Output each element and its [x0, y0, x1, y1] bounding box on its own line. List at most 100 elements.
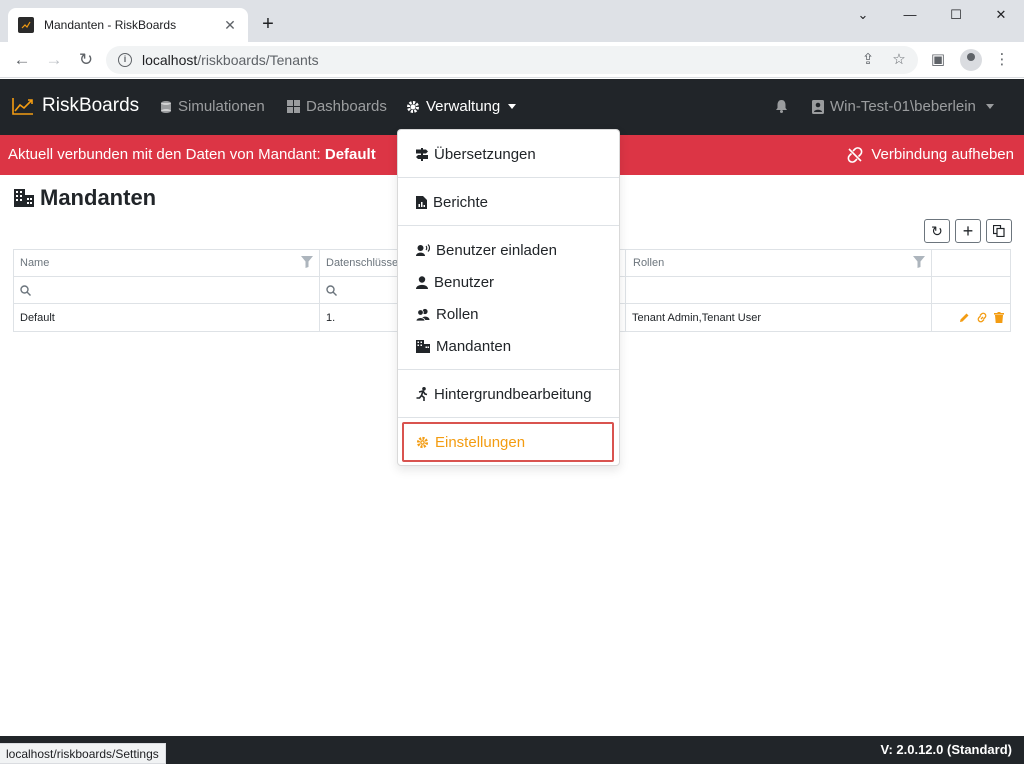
bookmark-star-icon[interactable]: ☆ — [888, 50, 910, 68]
column-header-roles[interactable]: Rollen — [626, 250, 932, 276]
menu-item-uebersetzungen[interactable]: Übersetzungen — [398, 139, 619, 169]
nav-verwaltung-label: Verwaltung — [426, 98, 501, 115]
user-icon — [416, 275, 428, 289]
filter-icon[interactable] — [913, 256, 925, 268]
favicon-icon — [18, 17, 34, 33]
share-icon[interactable]: ⇪ — [857, 50, 879, 68]
gear-icon — [407, 100, 419, 113]
reload-icon[interactable]: ↻ — [74, 48, 98, 72]
maximize-icon[interactable]: ☐ — [933, 0, 979, 30]
disconnect-button[interactable]: Verbindung aufheben — [847, 146, 1014, 163]
browser-tab[interactable]: Mandanten - RiskBoards ✕ — [8, 8, 248, 42]
address-bar[interactable]: i localhost /riskboards/Tenants — [106, 46, 918, 74]
filter-cell-actions — [932, 277, 1010, 303]
report-icon — [416, 195, 427, 209]
menu-item-label: Benutzer einladen — [436, 241, 557, 259]
database-icon — [161, 100, 171, 113]
gear-icon — [416, 436, 429, 448]
user-invite-icon — [416, 243, 430, 256]
menu-item-label: Benutzer — [434, 273, 495, 291]
refresh-button[interactable]: ↻ — [924, 219, 950, 243]
banner-text: Aktuell verbunden mit den Daten von Mand… — [8, 146, 325, 163]
browser-titlebar: Mandanten - RiskBoards ✕ + ⌄ — ☐ ✕ — [0, 0, 1024, 42]
verwaltung-dropdown: Übersetzungen Berichte Benutzer einladen… — [397, 129, 620, 466]
menu-item-benutzer-einladen[interactable]: Benutzer einladen — [398, 235, 619, 265]
banner-tenant: Default — [324, 146, 376, 163]
app-navbar: RiskBoards Simulationen Dashboards Verwa… — [0, 79, 1024, 135]
cell-name: Default — [14, 304, 320, 331]
menu-item-hintergrundbearbeitung[interactable]: Hintergrundbearbeitung — [398, 379, 619, 409]
menu-item-rollen[interactable]: Rollen — [398, 299, 619, 329]
tab-search-icon[interactable]: ⌄ — [840, 0, 886, 30]
menu-divider — [398, 225, 619, 226]
browser-status-url: localhost/riskboards/Settings — [0, 743, 166, 764]
user-menu[interactable]: Win-Test-01\beberlein — [812, 98, 994, 115]
chevron-down-icon — [508, 104, 517, 109]
filter-icon[interactable] — [301, 256, 313, 268]
close-window-icon[interactable]: ✕ — [978, 0, 1024, 30]
column-header-label: Rollen — [633, 257, 665, 269]
page-title: Mandanten — [14, 185, 156, 211]
tab-title: Mandanten - RiskBoards — [44, 18, 177, 32]
menu-item-label: Übersetzungen — [434, 145, 536, 163]
profile-avatar-icon[interactable] — [960, 49, 982, 71]
version-label: V: 2.0.12.0 (Standard) — [880, 742, 1013, 757]
menu-item-benutzer[interactable]: Benutzer — [398, 267, 619, 297]
nav-simulationen[interactable]: Simulationen — [160, 98, 265, 115]
column-header-label: Name — [20, 257, 50, 269]
filter-input-name[interactable] — [14, 277, 320, 303]
column-header-name[interactable]: Name — [14, 250, 320, 276]
column-header-actions — [932, 250, 1010, 276]
cell-roles: Tenant Admin,Tenant User — [626, 304, 932, 331]
filter-input-roles[interactable] — [626, 277, 932, 303]
forward-icon[interactable]: → — [42, 48, 66, 72]
back-icon[interactable]: ← — [10, 48, 34, 72]
browser-toolbar: ← → ↻ i localhost /riskboards/Tenants ⇪ … — [0, 42, 1024, 78]
unlink-icon — [847, 146, 863, 163]
grid-icon — [287, 100, 300, 113]
disconnect-label: Verbindung aufheben — [871, 146, 1014, 163]
column-header-label: Datenschlüsse — [326, 257, 399, 269]
site-info-icon[interactable]: i — [118, 53, 132, 67]
new-tab-icon[interactable]: + — [256, 12, 280, 36]
menu-kebab-icon[interactable]: ⋮ — [990, 48, 1014, 72]
trash-icon[interactable] — [994, 312, 1004, 323]
menu-item-label: Berichte — [433, 193, 489, 211]
building-icon — [14, 189, 34, 207]
search-icon — [20, 284, 31, 296]
running-icon — [416, 387, 428, 401]
banner-message: Aktuell verbunden mit den Daten von Mand… — [8, 146, 376, 163]
user-badge-icon — [812, 99, 824, 114]
brand[interactable]: RiskBoards — [12, 95, 139, 117]
menu-item-label: Rollen — [436, 305, 479, 323]
page-title-text: Mandanten — [40, 185, 157, 210]
sidepanel-icon[interactable]: ▣ — [926, 48, 950, 72]
link-icon[interactable] — [976, 312, 988, 323]
nav-dashboards[interactable]: Dashboards — [287, 98, 387, 115]
chart-line-icon — [12, 98, 33, 115]
nav-verwaltung[interactable]: Verwaltung — [406, 98, 517, 115]
bell-icon[interactable] — [775, 99, 788, 118]
minimize-icon[interactable]: — — [887, 0, 933, 30]
copy-icon — [993, 225, 1005, 237]
users-icon — [416, 308, 430, 321]
add-button[interactable]: + — [955, 219, 981, 243]
menu-item-label: Einstellungen — [435, 433, 526, 451]
user-name: Win-Test-01\beberlein — [830, 98, 976, 115]
menu-item-mandanten[interactable]: Mandanten — [398, 331, 619, 361]
refresh-icon: ↻ — [931, 222, 943, 239]
menu-item-einstellungen[interactable]: Einstellungen — [402, 422, 614, 462]
search-icon — [326, 284, 337, 296]
edit-pencil-icon[interactable] — [959, 312, 970, 323]
building-icon — [416, 339, 430, 353]
nav-simulationen-label: Simulationen — [178, 98, 265, 115]
menu-item-label: Hintergrundbearbeitung — [434, 385, 592, 403]
url-host: localhost — [142, 52, 198, 68]
signpost-icon — [416, 147, 428, 161]
close-tab-icon[interactable]: ✕ — [222, 17, 238, 34]
menu-divider — [398, 177, 619, 178]
nav-dashboards-label: Dashboards — [306, 98, 387, 115]
export-button[interactable] — [986, 219, 1012, 243]
menu-item-berichte[interactable]: Berichte — [398, 187, 619, 217]
plus-icon: + — [962, 220, 974, 241]
